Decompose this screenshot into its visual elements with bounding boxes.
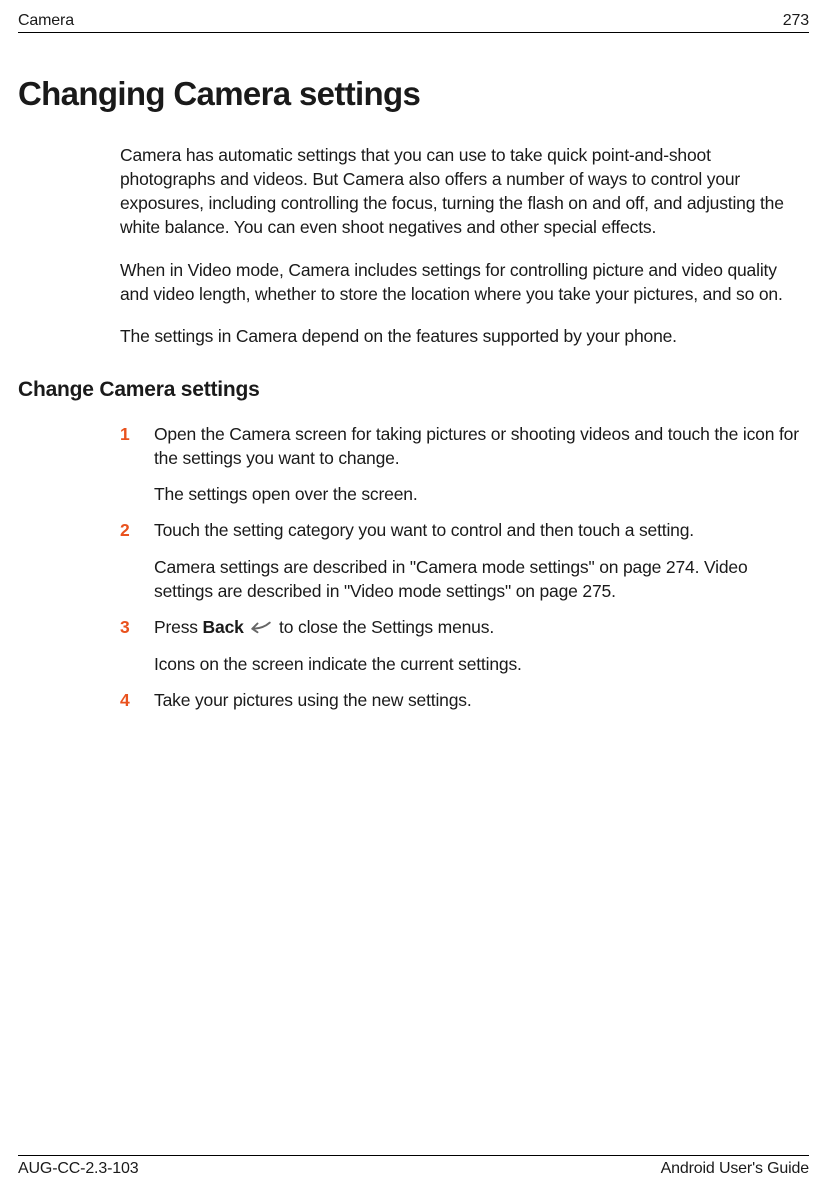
step-item: 4 Take your pictures using the new setti… bbox=[120, 688, 799, 712]
step-text: Icons on the screen indicate the current… bbox=[154, 652, 799, 676]
page-footer: AUG-CC-2.3-103 Android User's Guide bbox=[18, 1155, 809, 1196]
steps-list: 1 Open the Camera screen for taking pict… bbox=[120, 422, 799, 725]
intro-paragraph: Camera has automatic settings that you c… bbox=[120, 143, 799, 240]
step-number: 3 bbox=[120, 615, 154, 677]
back-icon bbox=[250, 616, 272, 640]
step-text: Open the Camera screen for taking pictur… bbox=[154, 422, 799, 470]
back-label: Back bbox=[203, 617, 244, 637]
page-container: Camera 273 Changing Camera settings Came… bbox=[0, 0, 827, 1196]
step-item: 3 Press Back to close the Settings menus… bbox=[120, 615, 799, 677]
step-content: Open the Camera screen for taking pictur… bbox=[154, 422, 799, 506]
step-text-segment: Press bbox=[154, 617, 203, 637]
step-number: 4 bbox=[120, 688, 154, 712]
intro-paragraph: The settings in Camera depend on the fea… bbox=[120, 324, 799, 348]
step-text: The settings open over the screen. bbox=[154, 482, 799, 506]
step-content: Take your pictures using the new setting… bbox=[154, 688, 799, 712]
intro-block: Camera has automatic settings that you c… bbox=[120, 143, 799, 366]
step-text-segment: to close the Settings menus. bbox=[274, 617, 494, 637]
header-section: Camera bbox=[18, 12, 74, 30]
page-header: Camera 273 bbox=[18, 12, 809, 33]
footer-guide-name: Android User's Guide bbox=[661, 1160, 809, 1178]
page-title: Changing Camera settings bbox=[18, 75, 809, 113]
step-text: Take your pictures using the new setting… bbox=[154, 688, 799, 712]
step-content: Touch the setting category you want to c… bbox=[154, 518, 799, 602]
intro-paragraph: When in Video mode, Camera includes sett… bbox=[120, 258, 799, 306]
step-text: Camera settings are described in "Camera… bbox=[154, 555, 799, 603]
step-text: Touch the setting category you want to c… bbox=[154, 518, 799, 542]
step-content: Press Back to close the Settings menus. … bbox=[154, 615, 799, 677]
step-item: 1 Open the Camera screen for taking pict… bbox=[120, 422, 799, 506]
step-number: 1 bbox=[120, 422, 154, 506]
section-heading: Change Camera settings bbox=[18, 378, 809, 402]
header-page-number: 273 bbox=[783, 12, 809, 30]
step-text: Press Back to close the Settings menus. bbox=[154, 615, 799, 640]
step-number: 2 bbox=[120, 518, 154, 602]
step-item: 2 Touch the setting category you want to… bbox=[120, 518, 799, 602]
footer-document-id: AUG-CC-2.3-103 bbox=[18, 1160, 138, 1178]
